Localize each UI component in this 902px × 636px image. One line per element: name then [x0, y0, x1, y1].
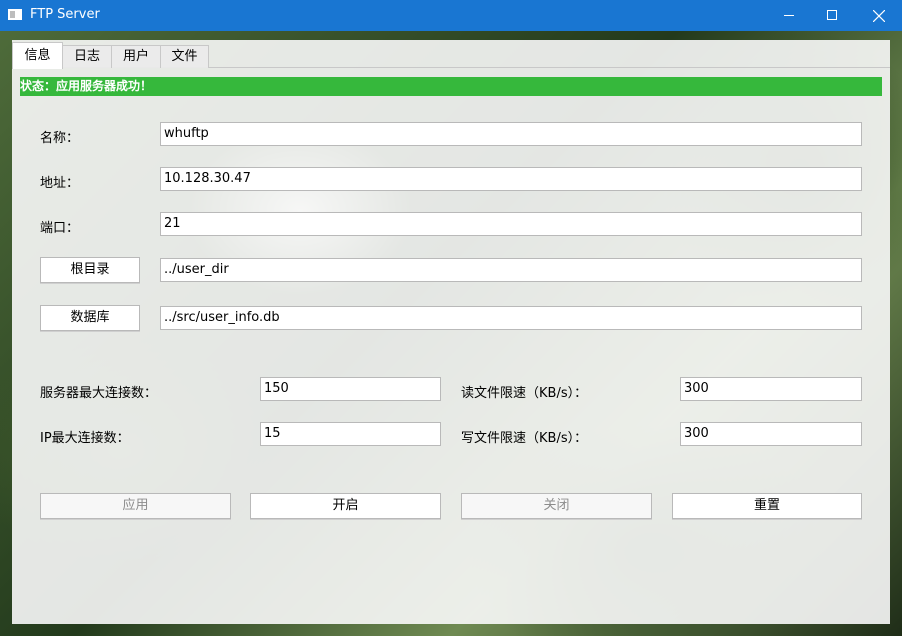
- app-icon: [8, 9, 22, 20]
- address-label: 地址：: [40, 176, 80, 191]
- status-message: 状态：应用服务器成功！: [20, 77, 882, 96]
- stop-button[interactable]: 关闭: [461, 493, 652, 519]
- write-limit-field[interactable]: 300: [680, 422, 862, 446]
- close-window-button[interactable]: [856, 0, 902, 31]
- root-dir-button[interactable]: 根目录: [40, 257, 140, 283]
- tab-users[interactable]: 用户: [111, 45, 161, 68]
- title-bar[interactable]: FTP Server: [0, 0, 902, 31]
- reset-button[interactable]: 重置: [672, 493, 862, 519]
- ip-max-connections-field[interactable]: 15: [260, 422, 441, 446]
- tab-info[interactable]: 信息: [12, 42, 63, 69]
- port-label: 端口：: [40, 221, 80, 236]
- database-button[interactable]: 数据库: [40, 305, 140, 331]
- window-title: FTP Server: [30, 7, 100, 22]
- read-limit-field[interactable]: 300: [680, 377, 862, 401]
- database-field[interactable]: ../src/user_info.db: [160, 306, 862, 330]
- ip-max-connections-label: IP最大连接数：: [40, 431, 130, 446]
- apply-button[interactable]: 应用: [40, 493, 231, 519]
- minimize-button[interactable]: [766, 0, 812, 31]
- max-connections-field[interactable]: 150: [260, 377, 441, 401]
- max-connections-label: 服务器最大连接数：: [40, 386, 158, 401]
- name-field[interactable]: whuftp: [160, 122, 862, 146]
- tab-log[interactable]: 日志: [62, 45, 112, 68]
- write-limit-label: 写文件限速（KB/s）：: [461, 431, 588, 446]
- tab-files[interactable]: 文件: [160, 45, 209, 68]
- maximize-button[interactable]: [810, 0, 856, 31]
- close-icon: [873, 10, 885, 22]
- address-field[interactable]: 10.128.30.47: [160, 167, 862, 191]
- port-field[interactable]: 21: [160, 212, 862, 236]
- name-label: 名称：: [40, 131, 80, 146]
- read-limit-label: 读文件限速（KB/s）：: [461, 386, 588, 401]
- root-dir-field[interactable]: ../user_dir: [160, 258, 862, 282]
- start-button[interactable]: 开启: [250, 493, 441, 519]
